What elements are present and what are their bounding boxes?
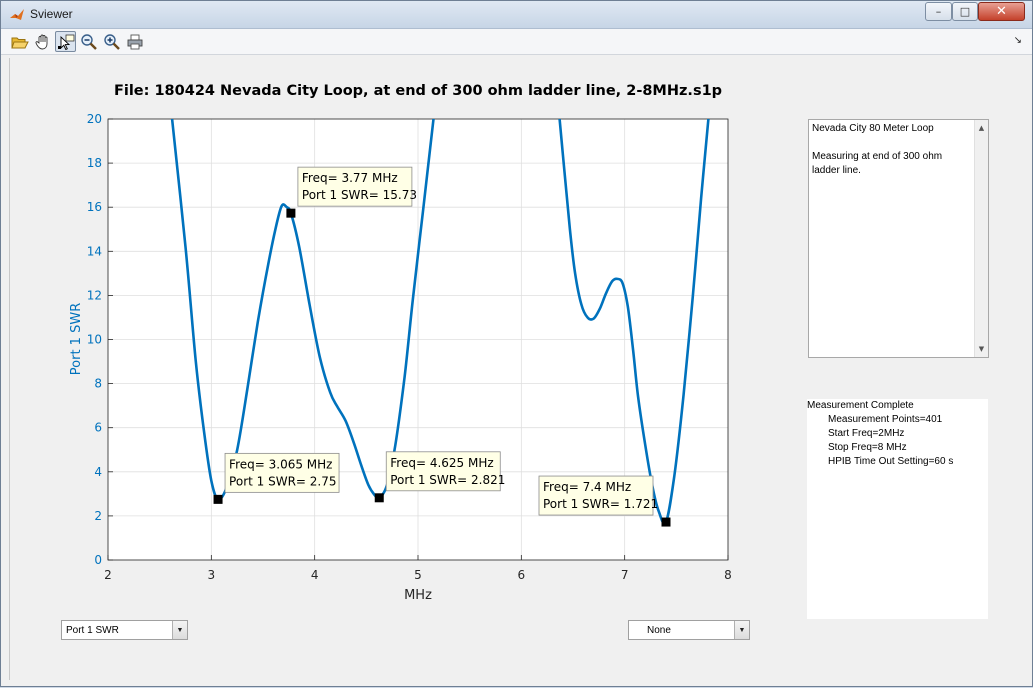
chevron-down-icon[interactable]: ▼: [172, 621, 187, 639]
y-tick-label: 8: [94, 377, 102, 391]
scroll-down-icon[interactable]: ▼: [975, 342, 988, 356]
notes-textarea[interactable]: Nevada City 80 Meter Loop Measuring at e…: [808, 119, 989, 358]
dropdown-value: Port 1 SWR: [66, 625, 119, 636]
scroll-up-icon[interactable]: ▲: [975, 121, 988, 135]
status-panel: Measurement Complete Measurement Points=…: [807, 399, 988, 619]
status-line: Measurement Points=401: [828, 414, 943, 425]
y-tick-label: 6: [94, 421, 102, 435]
x-tick-label: 4: [311, 568, 319, 582]
data-tip-marker[interactable]: [213, 494, 223, 504]
data-tip-text: Port 1 SWR= 15.73: [302, 188, 417, 202]
left-parameter-dropdown[interactable]: Port 1 SWR ▼: [61, 620, 188, 640]
y-axis-label: Port 1 SWR: [69, 303, 84, 375]
y-tick-label: 20: [87, 112, 102, 126]
dropdown-value: None: [647, 625, 671, 636]
x-tick-label: 6: [518, 568, 526, 582]
data-tip-text: Port 1 SWR= 2.75: [229, 474, 336, 488]
x-tick-label: 3: [208, 568, 216, 582]
data-tip-text: Port 1 SWR= 2.821: [390, 473, 505, 487]
status-line: Stop Freq=8 MHz: [828, 442, 907, 453]
data-tip-text: Port 1 SWR= 1.721: [543, 497, 658, 511]
notes-scrollbar[interactable]: ▲ ▼: [974, 120, 988, 357]
notes-text[interactable]: Nevada City 80 Meter Loop Measuring at e…: [812, 122, 972, 178]
data-tip-text: Freq= 4.625 MHz: [390, 456, 493, 470]
status-heading: Measurement Complete: [807, 400, 914, 411]
x-tick-label: 7: [621, 568, 629, 582]
data-tip-marker[interactable]: [661, 517, 671, 527]
sviewer-window: Sviewer – □ ✕ ↘ File: 180424 Nevada City…: [0, 0, 1033, 687]
y-tick-label: 2: [94, 509, 102, 523]
y-tick-label: 18: [87, 156, 102, 170]
plot-title: File: 180424 Nevada City Loop, at end of…: [114, 83, 722, 99]
right-parameter-dropdown[interactable]: None ▼: [628, 620, 750, 640]
data-tip-marker[interactable]: [286, 208, 296, 218]
y-tick-label: 10: [87, 333, 102, 347]
data-tip-marker[interactable]: [374, 493, 384, 503]
data-tip-text: Freq= 3.77 MHz: [302, 171, 398, 185]
x-axis-label: MHz: [404, 588, 432, 603]
status-line: HPIB Time Out Setting=60 s: [828, 456, 954, 467]
x-tick-label: 8: [724, 568, 732, 582]
y-tick-label: 14: [87, 244, 102, 258]
y-tick-label: 0: [94, 553, 102, 567]
x-tick-label: 5: [414, 568, 422, 582]
data-tip-text: Freq= 3.065 MHz: [229, 457, 332, 471]
status-line: Start Freq=2MHz: [828, 428, 905, 439]
y-tick-label: 4: [94, 465, 102, 479]
y-tick-label: 12: [87, 288, 102, 302]
x-tick-label: 2: [104, 568, 112, 582]
chevron-down-icon[interactable]: ▼: [734, 621, 749, 639]
y-tick-label: 16: [87, 200, 102, 214]
data-tip-text: Freq= 7.4 MHz: [543, 480, 631, 494]
